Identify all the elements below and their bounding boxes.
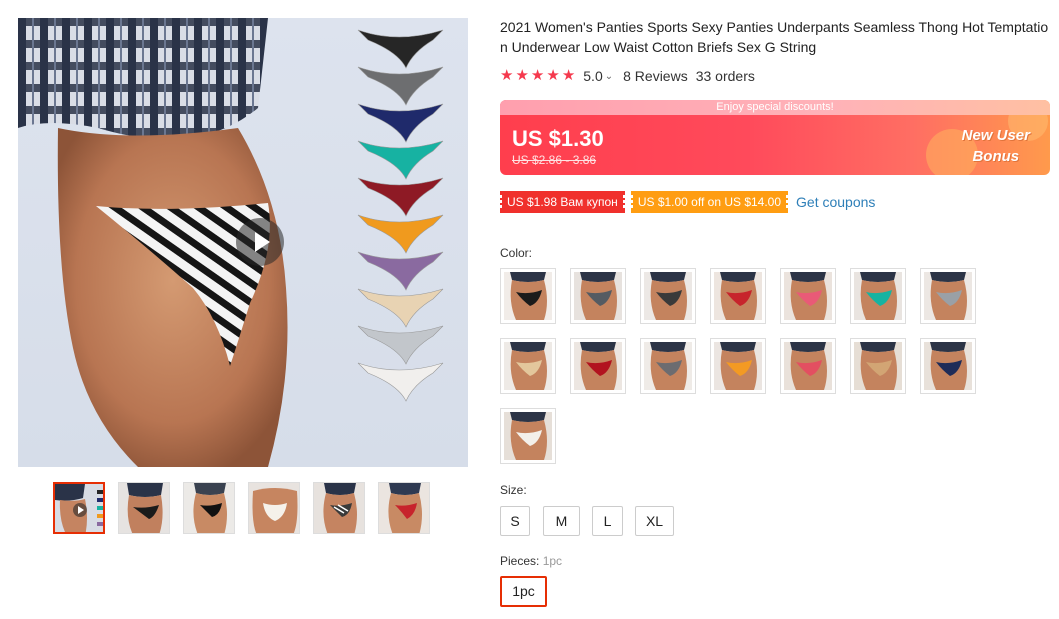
hanging-panty — [357, 103, 444, 143]
color-swatch-zebra[interactable] — [640, 268, 696, 324]
thumbnail-image — [314, 483, 364, 533]
size-option-l[interactable]: L — [592, 506, 623, 536]
hanging-panties — [357, 29, 444, 402]
color-swatch-gold[interactable] — [850, 338, 906, 394]
star-icon: ★ — [546, 67, 560, 84]
thumbnail-image — [184, 483, 234, 533]
color-swatch-gray[interactable] — [570, 268, 626, 324]
thumbnail-image — [119, 483, 169, 533]
thumbnail-6[interactable] — [378, 482, 430, 534]
thumbnail-image — [55, 484, 103, 532]
star-icon: ★ — [500, 67, 514, 84]
color-swatch-navy[interactable] — [920, 338, 976, 394]
color-swatch-orange[interactable] — [710, 338, 766, 394]
chevron-down-icon[interactable]: ⌄ — [605, 71, 613, 82]
rating-value[interactable]: 5.0 — [583, 68, 602, 84]
color-label: Color: — [500, 246, 533, 260]
hanging-panty — [357, 29, 444, 69]
swatch-image — [574, 342, 622, 390]
size-option-s[interactable]: S — [500, 506, 530, 536]
new-user-bonus-text: New User Bonus — [961, 127, 1030, 165]
product-title: 2021 Women's Panties Sports Sexy Panties… — [500, 19, 1049, 55]
color-swatch-wine[interactable] — [570, 338, 626, 394]
swatch-image — [574, 272, 622, 320]
pieces-label: Pieces: — [500, 554, 540, 568]
hanging-panty — [357, 362, 444, 402]
coupon-badge[interactable]: US $1.00 off on US $14.00 — [628, 191, 791, 213]
main-product-image[interactable] — [18, 18, 468, 467]
color-swatch-rose[interactable] — [780, 338, 836, 394]
hanging-panty — [357, 251, 444, 291]
original-price: US $2.86 - 3.86 — [512, 153, 597, 167]
size-option-m[interactable]: M — [543, 506, 580, 536]
color-swatch-teal[interactable] — [850, 268, 906, 324]
play-icon — [255, 232, 270, 252]
color-swatch-beige[interactable] — [500, 338, 556, 394]
price-banner: Enjoy special discounts! US $1.30 US $2.… — [500, 100, 1050, 175]
color-swatch-gray-light[interactable] — [920, 268, 976, 324]
size-label: Size: — [500, 483, 527, 497]
play-video-button[interactable] — [236, 218, 284, 266]
hanging-panty — [357, 214, 444, 254]
swatch-image — [504, 412, 552, 460]
swatch-image — [644, 272, 692, 320]
thumbnail-image — [379, 483, 429, 533]
pieces-label-row: Pieces: 1pc — [500, 554, 562, 568]
color-swatch-pink[interactable] — [780, 268, 836, 324]
swatch-image — [714, 342, 762, 390]
hanging-panty — [357, 140, 444, 180]
pieces-selected-value: 1pc — [542, 554, 563, 568]
thumbnail-4[interactable] — [248, 482, 300, 534]
reviews-link[interactable]: 8 Reviews — [623, 68, 688, 84]
hanging-panty — [357, 288, 444, 328]
swatch-image — [784, 272, 832, 320]
star-icon: ★ — [561, 67, 576, 84]
color-swatch-gray-dark[interactable] — [640, 338, 696, 394]
color-swatch-black[interactable] — [500, 268, 556, 324]
new-user-bonus-badge[interactable]: New User Bonus — [910, 115, 1050, 175]
thumbnail-image — [249, 483, 299, 533]
swatch-image — [854, 272, 902, 320]
swatch-image — [924, 342, 972, 390]
thumbnail-2[interactable] — [118, 482, 170, 534]
color-swatch-red[interactable] — [710, 268, 766, 324]
hanging-panty — [357, 66, 444, 106]
get-coupons-link[interactable]: Get coupons — [796, 194, 875, 210]
discount-notice: Enjoy special discounts! — [500, 100, 1050, 115]
star-icon: ★ — [530, 67, 545, 84]
current-price: US $1.30 — [512, 126, 604, 151]
thumbnail-3[interactable] — [183, 482, 235, 534]
swatch-image — [854, 342, 902, 390]
hanging-panty — [357, 177, 444, 217]
swatch-image — [504, 342, 552, 390]
swatch-image — [784, 342, 832, 390]
coupon-badge[interactable]: US $1.98 Вам купон — [498, 191, 627, 213]
swatch-image — [714, 272, 762, 320]
coupon-row: US $1.98 Вам купон US $1.00 off on US $1… — [498, 190, 875, 214]
orders-count: 33 orders — [695, 68, 755, 84]
swatch-image — [504, 272, 552, 320]
swatch-image — [924, 272, 972, 320]
hanging-panty — [357, 325, 444, 365]
color-swatch-white[interactable] — [500, 408, 556, 464]
thumbnail-5[interactable] — [313, 482, 365, 534]
rating-stars: ★ ★ ★ ★ ★ — [500, 67, 575, 85]
thumbnail-video[interactable] — [53, 482, 105, 534]
star-icon: ★ — [515, 67, 529, 84]
rating-row: ★ ★ ★ ★ ★ 5.0 ⌄ 8 Reviews 33 orders — [500, 66, 755, 86]
size-option-xl[interactable]: XL — [635, 506, 674, 536]
swatch-image — [644, 342, 692, 390]
pieces-option-1pc[interactable]: 1pc — [500, 576, 547, 607]
